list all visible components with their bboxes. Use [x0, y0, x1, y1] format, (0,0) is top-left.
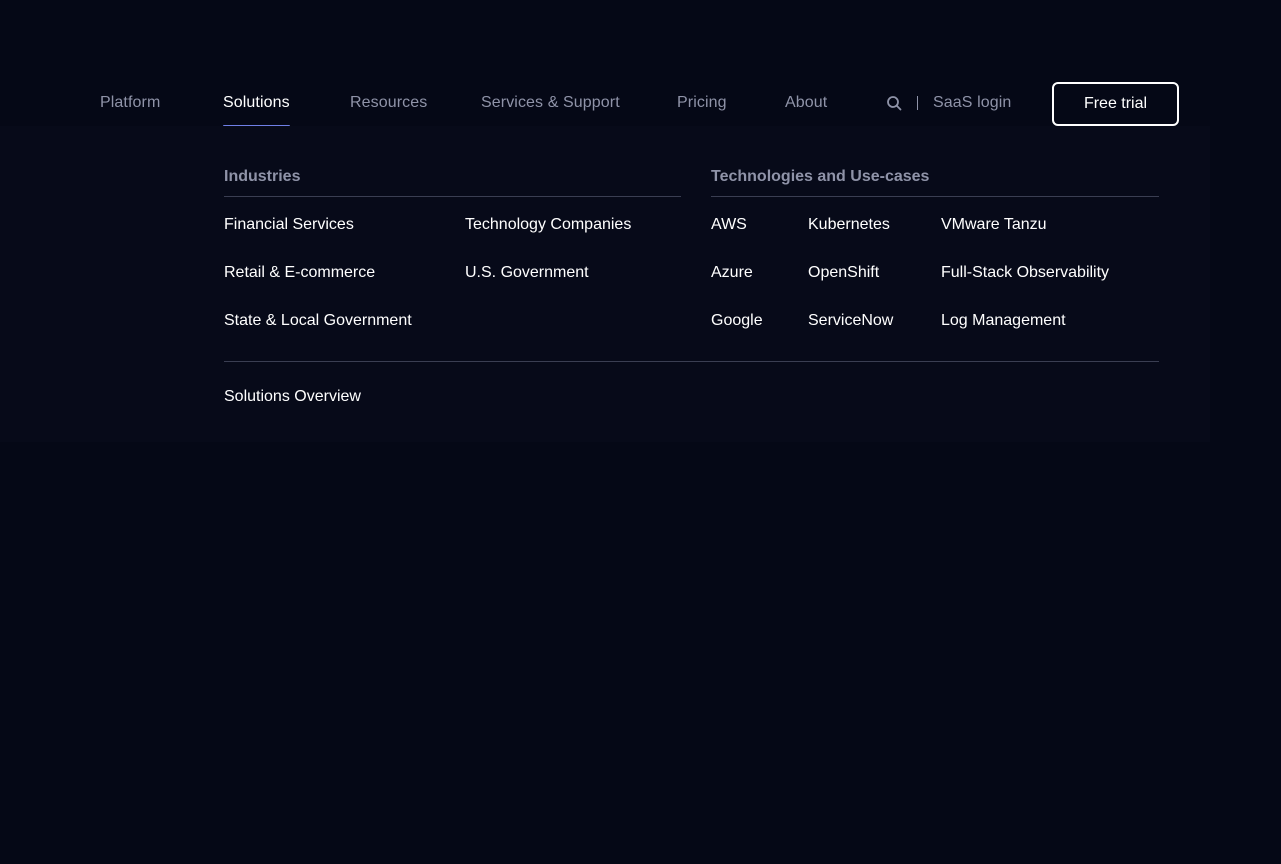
link-google[interactable]: Google — [711, 312, 763, 330]
link-financial-services[interactable]: Financial Services — [224, 216, 354, 234]
link-openshift[interactable]: OpenShift — [808, 264, 879, 282]
link-us-government[interactable]: U.S. Government — [465, 264, 589, 282]
link-state-local-government[interactable]: State & Local Government — [224, 312, 412, 330]
technologies-divider — [711, 196, 1159, 197]
industries-heading: Industries — [224, 168, 301, 185]
solutions-dropdown-panel — [0, 126, 1210, 442]
link-aws[interactable]: AWS — [711, 216, 747, 234]
industries-divider — [224, 196, 681, 197]
link-log-management[interactable]: Log Management — [941, 312, 1066, 330]
saas-login-link[interactable]: SaaS login — [933, 94, 1011, 112]
technologies-heading: Technologies and Use-cases — [711, 168, 930, 185]
nav-item-pricing[interactable]: Pricing — [677, 94, 727, 112]
free-trial-button[interactable]: Free trial — [1052, 82, 1179, 126]
overview-divider — [224, 361, 1159, 362]
nav-item-resources[interactable]: Resources — [350, 94, 427, 112]
nav-item-services-support[interactable]: Services & Support — [481, 94, 620, 112]
link-retail-ecommerce[interactable]: Retail & E-commerce — [224, 264, 375, 282]
link-azure[interactable]: Azure — [711, 264, 753, 282]
nav-item-about[interactable]: About — [785, 94, 827, 112]
link-solutions-overview[interactable]: Solutions Overview — [224, 388, 361, 406]
page: Platform Solutions Resources Services & … — [0, 0, 1281, 864]
link-kubernetes[interactable]: Kubernetes — [808, 216, 890, 234]
search-icon[interactable] — [886, 94, 904, 114]
link-servicenow[interactable]: ServiceNow — [808, 312, 893, 330]
nav-divider — [917, 96, 918, 110]
top-navigation: Platform Solutions Resources Services & … — [0, 82, 1281, 128]
nav-item-solutions[interactable]: Solutions — [223, 94, 290, 128]
link-vmware-tanzu[interactable]: VMware Tanzu — [941, 216, 1047, 234]
nav-item-platform[interactable]: Platform — [100, 94, 160, 112]
link-technology-companies[interactable]: Technology Companies — [465, 216, 631, 234]
link-full-stack-observability[interactable]: Full-Stack Observability — [941, 264, 1109, 282]
